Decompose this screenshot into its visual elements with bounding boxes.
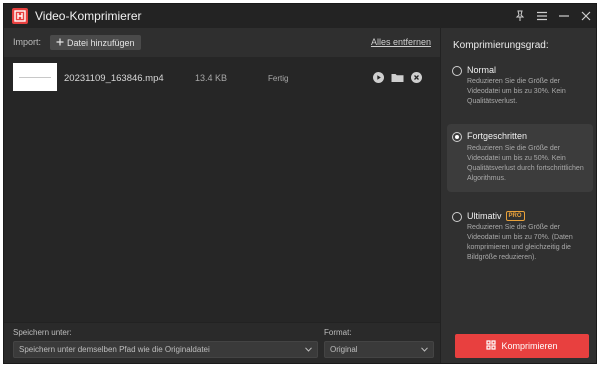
option-ultimate-description: Reduzieren Sie die Größe der Videodatei … [467,224,573,261]
window-title: Video-Komprimierer [35,9,142,23]
file-name: 20231109_163846.mp4 [64,73,164,84]
radio-ultimate[interactable] [452,212,462,222]
pro-badge: PRO [505,211,525,221]
output-settings-bar: Speichern unter: Speichern unter demselb… [4,322,440,363]
radio-advanced[interactable] [452,132,462,142]
remove-all-link[interactable]: Alles entfernen [371,37,431,47]
option-normal[interactable]: Normal Reduzieren Sie die Größe der Vide… [447,62,593,105]
pin-icon[interactable] [512,8,528,24]
add-file-label: Datei hinzufügen [67,37,135,48]
file-list: 20231109_163846.mp4 13.4 KB Fertig [4,57,440,322]
radio-normal[interactable] [452,66,462,76]
compression-panel: Komprimierungsgrad: Normal Reduzieren Si… [440,28,596,363]
app-window: Video-Komprimierer Import: Datei hinzufü… [3,3,597,364]
chevron-down-icon [305,347,312,352]
compress-icon [486,340,497,352]
title-bar: Video-Komprimierer [4,4,596,28]
compress-label: Komprimieren [501,341,558,351]
format-select[interactable]: Original [324,341,434,358]
option-advanced-title: Fortgeschritten [467,131,528,141]
chevron-down-icon [421,347,428,352]
file-row[interactable]: 20231109_163846.mp4 13.4 KB Fertig [4,57,440,95]
import-label: Import: [13,37,42,47]
option-normal-description: Reduzieren Sie die Größe der Videodatei … [467,78,566,105]
add-file-button[interactable]: Datei hinzufügen [50,35,141,50]
minimize-icon[interactable] [556,8,572,24]
option-advanced[interactable]: Fortgeschritten Reduzieren Sie die Größe… [447,124,593,192]
save-location-value: Speichern unter demselben Pfad wie die O… [19,345,210,354]
save-location-select[interactable]: Speichern unter demselben Pfad wie die O… [13,341,318,358]
compress-button[interactable]: Komprimieren [455,334,589,358]
format-label: Format: [324,328,352,337]
remove-circle-icon[interactable] [411,72,422,83]
file-panel: Import: Datei hinzufügen Alles entfernen… [4,28,440,322]
option-ultimate[interactable]: Ultimativ PRO Reduzieren Sie die Größe d… [447,208,593,268]
save-location-label: Speichern unter: [13,328,72,337]
option-ultimate-title: Ultimativ [467,211,502,221]
video-thumbnail [13,63,57,91]
close-icon[interactable] [578,8,594,24]
compression-heading: Komprimierungsgrad: [453,40,549,51]
option-normal-title: Normal [467,65,497,75]
file-status: Fertig [268,74,289,83]
format-value: Original [330,345,358,354]
app-logo-icon [12,8,28,24]
plus-icon [56,38,64,48]
hamburger-menu-icon[interactable] [534,8,550,24]
play-icon[interactable] [373,72,384,83]
option-advanced-description: Reduzieren Sie die Größe der Videodatei … [467,145,584,182]
folder-icon[interactable] [391,72,404,83]
file-size: 13.4 KB [195,73,228,83]
